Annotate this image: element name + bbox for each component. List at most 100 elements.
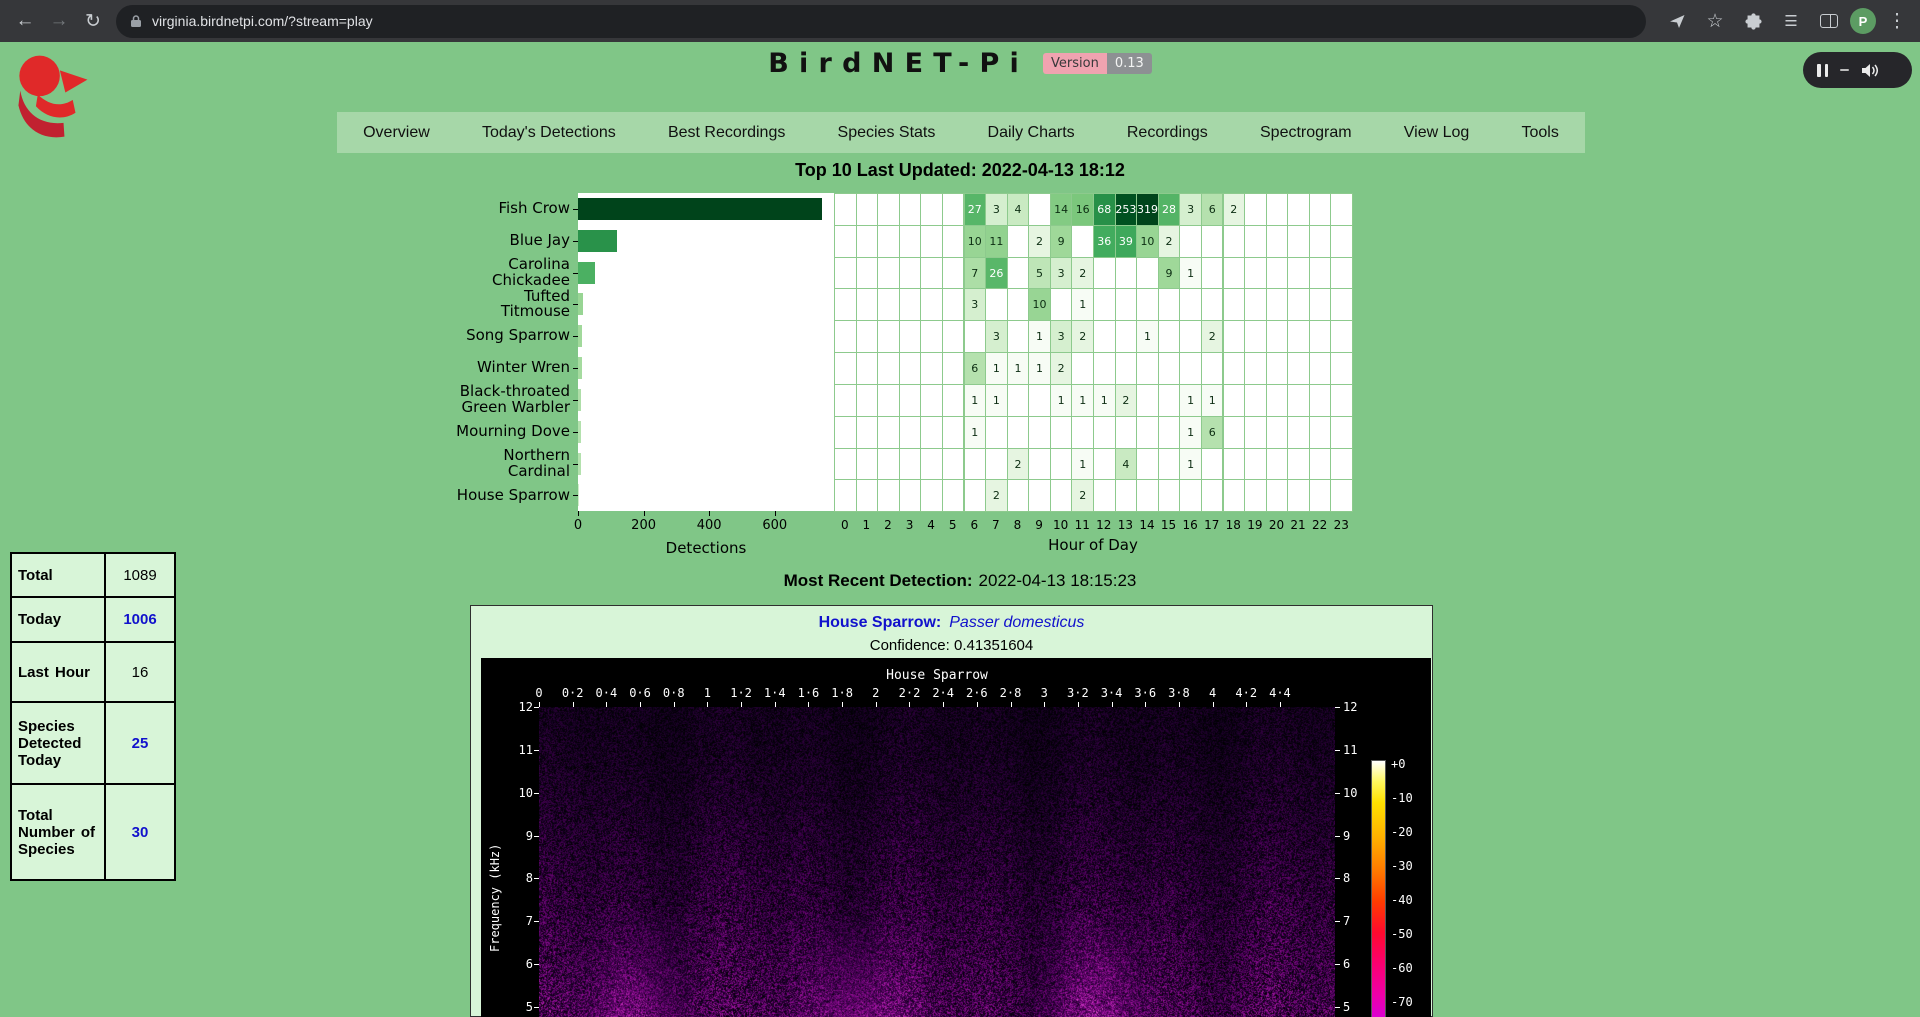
heatmap-xaxis-ticklabel: 11 <box>1071 518 1093 532</box>
heatmap-cell <box>1093 479 1116 512</box>
heatmap-cell <box>1309 479 1332 512</box>
heatmap-cell: 1 <box>985 352 1008 385</box>
nav-item-daily-charts[interactable]: Daily Charts <box>961 112 1100 153</box>
bookmark-star-icon[interactable]: ☆ <box>1698 4 1732 38</box>
reading-list-icon[interactable]: ☰ <box>1774 4 1808 38</box>
heatmap-cell <box>1287 288 1310 321</box>
yaxis-tick <box>573 400 578 401</box>
heatmap-cell <box>899 257 922 290</box>
heatmap-xaxis-ticklabel: 13 <box>1114 518 1136 532</box>
send-icon[interactable] <box>1660 4 1694 38</box>
nav-item-tools[interactable]: Tools <box>1495 112 1585 153</box>
heatmap-cell <box>877 288 900 321</box>
nav-item-spectrogram[interactable]: Spectrogram <box>1234 112 1378 153</box>
heatmap-cell: 2 <box>1050 352 1073 385</box>
nav-item-best-recordings[interactable]: Best Recordings <box>642 112 812 153</box>
heatmap-cell <box>1244 384 1267 417</box>
spectrogram-time-tick <box>1213 702 1214 707</box>
forward-icon[interactable]: → <box>42 4 76 38</box>
volume-icon[interactable] <box>1861 63 1880 78</box>
most-recent-label: Most Recent Detection: <box>784 571 973 590</box>
nav-item-view-log[interactable]: View Log <box>1378 112 1496 153</box>
heatmap-cell <box>920 384 943 417</box>
heatmap-xaxis-ticklabel: 23 <box>1330 518 1352 532</box>
heatmap-cell: 2 <box>1007 448 1030 481</box>
species-label: Mourning Dove <box>452 416 570 448</box>
yaxis-tick <box>573 368 578 369</box>
heatmap-cell <box>1093 320 1116 353</box>
side-panel-icon[interactable] <box>1812 4 1846 38</box>
nav-item-recordings[interactable]: Recordings <box>1101 112 1234 153</box>
stats-table: Total1089Today1006Last Hour16Species Det… <box>10 552 176 881</box>
spectrogram-freq-tick <box>534 750 539 751</box>
spectrogram-freq-ticklabel-right: 7 <box>1343 914 1375 928</box>
menu-kebab-icon[interactable]: ⋮ <box>1880 4 1914 38</box>
heatmap-xaxis-ticklabel: 8 <box>1006 518 1028 532</box>
heatmap-cell <box>1179 352 1202 385</box>
reload-icon[interactable]: ↻ <box>76 4 110 38</box>
heatmap-cell <box>1158 479 1181 512</box>
species-link[interactable]: House Sparrow: <box>819 614 942 631</box>
heatmap-cell <box>1007 479 1030 512</box>
heatmap-cell <box>920 416 943 449</box>
heatmap-cell <box>899 448 922 481</box>
url-text: virginia.birdnetpi.com/?stream=play <box>152 13 373 29</box>
nav-item-today-s-detections[interactable]: Today's Detections <box>456 112 642 153</box>
heatmap-cell <box>899 193 922 226</box>
heatmap-cell <box>1309 257 1332 290</box>
heatmap-cell: 2 <box>1071 257 1094 290</box>
species-label: House Sparrow <box>452 479 570 511</box>
heatmap-cell <box>1287 416 1310 449</box>
yaxis-tick <box>573 209 578 210</box>
stats-value: 16 <box>105 642 175 702</box>
spectrogram-freq-ticklabel: 11 <box>501 743 533 757</box>
heatmap-cell <box>856 257 879 290</box>
stats-value[interactable]: 30 <box>105 784 175 880</box>
spectrogram-freq-tick <box>534 836 539 837</box>
heatmap-cell <box>985 416 1008 449</box>
heatmap-cell <box>1071 416 1094 449</box>
heatmap-cell: 1 <box>964 384 987 417</box>
address-bar[interactable]: virginia.birdnetpi.com/?stream=play <box>116 5 1646 38</box>
heatmap-cell <box>856 320 879 353</box>
heatmap-cell: 16 <box>1071 193 1094 226</box>
nav-item-species-stats[interactable]: Species Stats <box>811 112 961 153</box>
heatmap-cell <box>1007 320 1030 353</box>
stats-label: Last Hour <box>11 642 105 702</box>
spectrogram-freq-tick-right <box>1335 750 1340 751</box>
heatmap-cell <box>877 384 900 417</box>
heatmap-cell <box>1179 288 1202 321</box>
heatmap-cell: 2 <box>985 479 1008 512</box>
stats-row: Today1006 <box>11 597 175 642</box>
stats-value[interactable]: 1006 <box>105 597 175 642</box>
spectrogram-freq-tick-right <box>1335 921 1340 922</box>
stats-value[interactable]: 25 <box>105 702 175 784</box>
heatmap-cell <box>1223 416 1246 449</box>
heatmap-cell: 2 <box>1201 320 1224 353</box>
spectrogram-freq-tick-right <box>1335 1007 1340 1008</box>
spectrogram-freq-tick-right <box>1335 964 1340 965</box>
spectrogram-time-ticklabel: 3·4 <box>1095 686 1129 700</box>
player-seek[interactable] <box>1840 69 1849 72</box>
profile-avatar[interactable]: P <box>1850 8 1876 34</box>
bar-xaxis-title: Detections <box>596 539 816 557</box>
heatmap-cell <box>899 384 922 417</box>
spectrogram-time-ticklabel: 0·4 <box>589 686 623 700</box>
pause-button[interactable] <box>1817 64 1828 77</box>
heatmap-cell: 2 <box>1223 193 1246 226</box>
page: { "browser": { "url": "virginia.birdnetp… <box>0 0 1920 1017</box>
extensions-icon[interactable] <box>1736 4 1770 38</box>
audio-player[interactable] <box>1803 52 1912 88</box>
spectrogram-time-ticklabel: 3·8 <box>1162 686 1196 700</box>
heatmap-cell <box>1287 479 1310 512</box>
heatmap-cell: 9 <box>1158 257 1181 290</box>
heatmap-cell <box>1158 288 1181 321</box>
heatmap-xaxis-title: Hour of Day <box>983 536 1203 554</box>
back-icon[interactable]: ← <box>8 4 42 38</box>
nav-item-overview[interactable]: Overview <box>337 112 456 153</box>
heatmap-cell <box>920 479 943 512</box>
spectrogram-freq-ticklabel: 10 <box>501 786 533 800</box>
spectrogram-freq-ticklabel-right: 10 <box>1343 786 1375 800</box>
spectrogram-time-ticklabel: 0·6 <box>623 686 657 700</box>
heatmap-cell <box>1266 193 1289 226</box>
